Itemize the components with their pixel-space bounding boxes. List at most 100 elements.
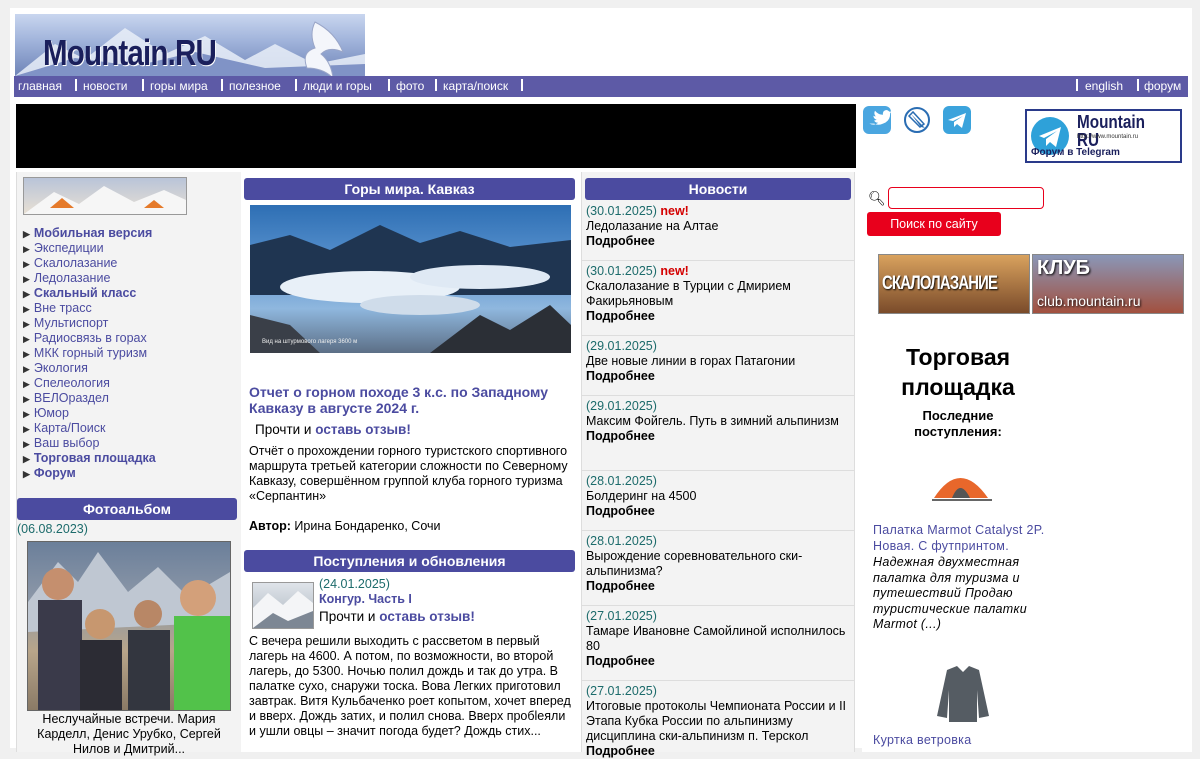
telegram-icon[interactable] bbox=[943, 106, 971, 134]
news-item: (27.01.2025) Итоговые протоколы Чемпионат… bbox=[586, 684, 850, 759]
telegram-banner-url: http://www.mountain.ru bbox=[1077, 134, 1139, 140]
search-input[interactable] bbox=[888, 187, 1044, 209]
photoalbum-photo[interactable] bbox=[27, 541, 231, 711]
nav-item-6[interactable]: карта/поиск bbox=[443, 79, 508, 93]
left-sidebar: ▶ Мобильная версия ▶ Экспедиции ▶ Скалолазани… bbox=[16, 172, 242, 756]
news-headline[interactable]: Вырождение соревновательного ски-альпини… bbox=[586, 549, 850, 579]
sidebar-menu: ▶ Мобильная версия ▶ Экспедиции ▶ Скалолазани… bbox=[23, 226, 156, 481]
news-more-link[interactable]: Подробнее bbox=[586, 579, 850, 594]
club-banner-title: КЛУБ bbox=[1037, 257, 1091, 279]
market-title[interactable]: Торговая площадка bbox=[868, 342, 1048, 402]
photoalbum-date: (06.08.2023) bbox=[17, 522, 88, 536]
expedition-image[interactable] bbox=[23, 177, 187, 215]
bullet-icon: ▶ bbox=[23, 439, 30, 449]
sidebar-item-label: Скалолазание bbox=[33, 256, 118, 270]
news-item: (27.01.2025) Тамаре Ивановне Самойлиной и… bbox=[586, 609, 850, 669]
news-divider bbox=[582, 605, 854, 606]
sidebar-item[interactable]: ▶ Вне трасс bbox=[23, 301, 156, 316]
club-banner[interactable]: КЛУБ club.mountain.ru bbox=[1032, 254, 1184, 314]
product2-title[interactable]: Куртка ветровка bbox=[873, 733, 1051, 749]
nav-item-right-1[interactable]: форум bbox=[1144, 79, 1181, 93]
news-date-line: (29.01.2025) bbox=[586, 399, 850, 414]
news-divider bbox=[582, 335, 854, 336]
nav-separator bbox=[221, 79, 223, 91]
telegram-forum-banner[interactable]: Mountain RU http://www.mountain.ru Форум… bbox=[1025, 109, 1182, 163]
update-title[interactable]: Конгур. Часть I bbox=[319, 592, 412, 606]
update-review-link[interactable]: оставь отзыв! bbox=[379, 609, 475, 624]
sidebar-item[interactable]: ▶ Радиосвязь в горах bbox=[23, 331, 156, 346]
news-item: (30.01.2025) new! Скалолазание в Турции с… bbox=[586, 264, 850, 324]
product1-title[interactable]: Палатка Marmot Catalyst 2P. Новая. С фут… bbox=[873, 523, 1051, 554]
sidebar-item[interactable]: ▶ Спелеология bbox=[23, 376, 156, 391]
sidebar-item[interactable]: ▶ Торговая площадка bbox=[23, 451, 156, 466]
nav-item-0[interactable]: главная bbox=[18, 79, 62, 93]
sidebar-item[interactable]: ▶ Мобильная версия bbox=[23, 226, 156, 241]
update-text: С вечера решили выходить с рассветом в п… bbox=[249, 634, 571, 738]
article-title[interactable]: Отчет о горном походе 3 к.с. по Западном… bbox=[249, 384, 575, 416]
update-thumbnail[interactable] bbox=[252, 582, 314, 629]
read-prefix: Прочти и bbox=[255, 422, 312, 437]
bullet-icon: ▶ bbox=[23, 319, 30, 329]
sidebar-item[interactable]: ▶ Ледолазание bbox=[23, 271, 156, 286]
news-divider bbox=[582, 260, 854, 261]
news-more-link[interactable]: Подробнее bbox=[586, 369, 850, 384]
news-headline[interactable]: Болдеринг на 4500 bbox=[586, 489, 850, 504]
news-more-link[interactable]: Подробнее bbox=[586, 744, 850, 759]
nav-item-5[interactable]: фото bbox=[396, 79, 424, 93]
site-logo[interactable]: Mountain.RU bbox=[15, 14, 365, 76]
bullet-icon: ▶ bbox=[23, 289, 30, 299]
photo-caption: Вид на штурмового лагеря 3600 м bbox=[262, 339, 358, 345]
sidebar-item[interactable]: ▶ ВЕЛОраздел bbox=[23, 391, 156, 406]
nav-item-1[interactable]: новости bbox=[83, 79, 127, 93]
review-link[interactable]: оставь отзыв! bbox=[315, 422, 411, 437]
nav-item-4[interactable]: люди и горы bbox=[303, 79, 372, 93]
news-divider bbox=[582, 395, 854, 396]
sidebar-item[interactable]: ▶ Карта/Поиск bbox=[23, 421, 156, 436]
sidebar-item-label: Радиосвязь в горах bbox=[33, 331, 147, 345]
search-button[interactable]: Поиск по сайту bbox=[867, 212, 1001, 236]
sidebar-item[interactable]: ▶ Скальный класс bbox=[23, 286, 156, 301]
climbing-banner[interactable]: СКАЛОЛАЗАНИЕ bbox=[878, 254, 1030, 314]
sidebar-item[interactable]: ▶ Юмор bbox=[23, 406, 156, 421]
news-more-link[interactable]: Подробнее bbox=[586, 234, 850, 249]
news-date-line: (30.01.2025) new! bbox=[586, 264, 850, 279]
sidebar-item[interactable]: ▶ Экология bbox=[23, 361, 156, 376]
sidebar-item[interactable]: ▶ Ваш выбор bbox=[23, 436, 156, 451]
nav-item-3[interactable]: полезное bbox=[229, 79, 281, 93]
update-date: (24.01.2025) bbox=[319, 577, 390, 591]
news-headline[interactable]: Максим Фойгель. Путь в зимний альпинизм bbox=[586, 414, 850, 429]
photoalbum-title: Фотоальбом bbox=[17, 498, 237, 520]
news-headline[interactable]: Итоговые протоколы Чемпионата России и I… bbox=[586, 699, 850, 744]
sidebar-item[interactable]: ▶ МКК горный туризм bbox=[23, 346, 156, 361]
sidebar-item[interactable]: ▶ Скалолазание bbox=[23, 256, 156, 271]
news-headline[interactable]: Ледолазание на Алтае bbox=[586, 219, 850, 234]
photoalbum-caption: Неслучайные встречи. Мария Карделл, Дени… bbox=[37, 712, 221, 756]
news-headline[interactable]: Тамаре Ивановне Самойлиной исполнилось 8… bbox=[586, 624, 850, 654]
livejournal-icon[interactable] bbox=[903, 106, 931, 134]
bullet-icon: ▶ bbox=[23, 394, 30, 404]
caucasus-photo[interactable]: Вид на штурмового лагеря 3600 м bbox=[250, 205, 571, 353]
news-more-link[interactable]: Подробнее bbox=[586, 429, 850, 444]
logo-text: Mountain.RU bbox=[43, 32, 217, 73]
nav-item-2[interactable]: горы мира bbox=[150, 79, 208, 93]
sidebar-item[interactable]: ▶ Мультиспорт bbox=[23, 316, 156, 331]
tent-image[interactable] bbox=[930, 458, 994, 510]
bullet-icon: ▶ bbox=[23, 364, 30, 374]
news-more-link[interactable]: Подробнее bbox=[586, 309, 850, 324]
sidebar-item[interactable]: ▶ Экспедиции bbox=[23, 241, 156, 256]
sidebar-item[interactable]: ▶ Форум bbox=[23, 466, 156, 481]
advertisement-banner[interactable] bbox=[16, 104, 856, 168]
news-more-link[interactable]: Подробнее bbox=[586, 504, 850, 519]
news-more-link[interactable]: Подробнее bbox=[586, 654, 850, 669]
news-headline[interactable]: Две новые линии в горах Патагонии bbox=[586, 354, 850, 369]
news-date: (27.01.2025) bbox=[586, 684, 657, 698]
nav-item-right-0[interactable]: english bbox=[1085, 79, 1123, 93]
twitter-icon[interactable] bbox=[863, 106, 892, 134]
jacket-image[interactable] bbox=[933, 664, 993, 724]
bullet-icon: ▶ bbox=[23, 454, 30, 464]
news-item: (28.01.2025) Вырождение соревновательного… bbox=[586, 534, 850, 594]
sidebar-item-label: Торговая площадка bbox=[33, 451, 156, 465]
news-headline[interactable]: Скалолазание в Турции с Дмирием Факирьян… bbox=[586, 279, 850, 309]
sidebar-item-label: Форум bbox=[33, 466, 76, 480]
news-date-line: (29.01.2025) bbox=[586, 339, 850, 354]
